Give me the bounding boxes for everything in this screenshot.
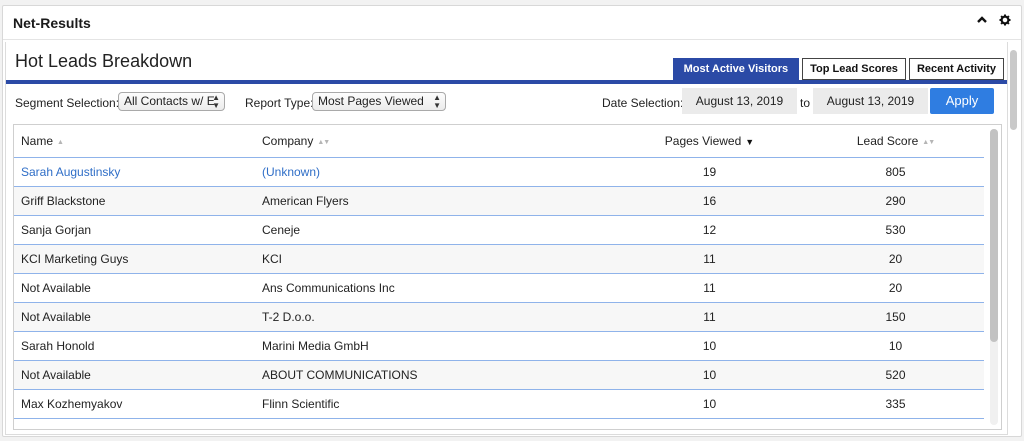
column-header-lead-score[interactable]: Lead Score ▲▼ [807, 125, 984, 158]
report-type-select[interactable]: Most Pages Viewed ▲ ▼ [312, 92, 446, 111]
company-cell: Ans Communications Inc [262, 273, 612, 303]
report-type-select-value: Most Pages Viewed [318, 94, 424, 108]
pages-viewed-cell: 11 [612, 273, 807, 303]
pages-viewed-cell: 12 [612, 215, 807, 245]
company-cell: KCI [262, 244, 612, 274]
lead-score-cell: 290 [807, 186, 984, 216]
lead-score-cell: 10 [807, 331, 984, 361]
segment-select-value: All Contacts w/ E [124, 94, 215, 108]
contact-name-cell: Sanja Gorjan [14, 215, 262, 245]
company-cell: Marini Media GmbH [262, 331, 612, 361]
contact-name-cell: Not Available [14, 302, 262, 332]
company-cell: ABOUT COMMUNICATIONS [262, 360, 612, 390]
sort-descending-icon: ▼ [745, 136, 755, 147]
column-header-company[interactable]: Company ▲▼ [262, 125, 612, 158]
widget-scrollbar-thumb[interactable] [1010, 50, 1017, 130]
company-link[interactable]: (Unknown) [262, 165, 320, 179]
tab-most-active-visitors[interactable]: Most Active Visitors [672, 58, 800, 80]
date-to-label: to [800, 96, 811, 110]
column-header-name-label: Name [21, 133, 54, 148]
segment-select[interactable]: All Contacts w/ E ▲ ▼ [118, 92, 225, 111]
contact-name-cell: Griff Blackstone [14, 186, 262, 216]
table-row[interactable]: Not Available ABOUT COMMUNICATIONS 10 52… [14, 360, 984, 390]
pages-viewed-cell: 10 [612, 360, 807, 390]
column-header-pages-label: Pages Viewed [664, 133, 742, 148]
column-header-company-label: Company [262, 133, 314, 148]
gear-icon[interactable] [999, 14, 1011, 29]
sort-icon: ▲▼ [317, 138, 330, 146]
contact-name-cell: KCI Marketing Guys [14, 244, 262, 274]
date-to-field[interactable]: August 13, 2019 [813, 88, 928, 114]
table-row[interactable]: Not Available Ans Communications Inc 11 … [14, 273, 984, 303]
lead-score-cell: 520 [807, 360, 984, 390]
company-cell: Flinn Scientific [262, 389, 612, 419]
table-row[interactable]: Sarah Augustinsky (Unknown) 19 805 [14, 157, 984, 187]
table-scrollbar[interactable] [990, 129, 998, 425]
company-cell: American Flyers [262, 186, 612, 216]
report-type-label: Report Type: [245, 96, 314, 110]
table-row[interactable]: Sanja Gorjan Ceneje 12 530 [14, 215, 984, 245]
pages-viewed-cell: 10 [612, 389, 807, 419]
chevron-up-icon[interactable] [976, 14, 988, 29]
widget-scrollbar[interactable] [1010, 42, 1018, 434]
net-results-widget: Net-Results Hot Leads Breakdown Most Act… [2, 5, 1022, 437]
date-from-field[interactable]: August 13, 2019 [682, 88, 797, 114]
company-cell: T-2 D.o.o. [262, 302, 612, 332]
column-header-pages-viewed[interactable]: Pages Viewed ▼ [612, 125, 807, 158]
hot-leads-table: Name ▲ Company ▲▼ Pages Viewed ▼ Lead Score… [13, 124, 1002, 430]
contact-name-cell: Sarah Honold [14, 331, 262, 361]
pages-viewed-cell: 16 [612, 186, 807, 216]
lead-score-cell: 20 [807, 273, 984, 303]
hot-leads-panel: Hot Leads Breakdown Most Active Visitors… [5, 42, 1008, 435]
lead-score-cell: 150 [807, 302, 984, 332]
apply-button[interactable]: Apply [930, 88, 994, 114]
pages-viewed-cell: 19 [612, 157, 807, 187]
lead-score-cell: 20 [807, 244, 984, 274]
table-row[interactable]: Max Kozhemyakov Flinn Scientific 10 335 [14, 389, 984, 419]
column-header-name[interactable]: Name ▲ [14, 125, 262, 158]
widget-header: Net-Results [3, 6, 1021, 40]
tab-top-lead-scores[interactable]: Top Lead Scores [802, 58, 906, 80]
pages-viewed-cell: 11 [612, 302, 807, 332]
lead-score-cell: 805 [807, 157, 984, 187]
widget-title: Net-Results [13, 15, 91, 31]
filter-controls: Segment Selection: All Contacts w/ E ▲ ▼ … [6, 84, 1007, 120]
select-arrows-icon: ▲ ▼ [212, 93, 220, 110]
contact-name-cell: Max Kozhemyakov [14, 389, 262, 419]
company-cell: Ceneje [262, 215, 612, 245]
column-header-score-label: Lead Score [856, 133, 919, 148]
lead-score-cell: 530 [807, 215, 984, 245]
sort-icon: ▲▼ [922, 138, 935, 146]
segment-label: Segment Selection: [15, 96, 120, 110]
table-row[interactable]: Griff Blackstone American Flyers 16 290 [14, 186, 984, 216]
table-row[interactable]: Not Available T-2 D.o.o. 11 150 [14, 302, 984, 332]
date-selection-label: Date Selection: [602, 96, 684, 110]
pages-viewed-cell: 11 [612, 244, 807, 274]
table-header-row: Name ▲ Company ▲▼ Pages Viewed ▼ Lead Score… [14, 125, 984, 158]
table-row[interactable]: KCI Marketing Guys KCI 11 20 [14, 244, 984, 274]
contact-name-link[interactable]: Sarah Augustinsky [21, 165, 120, 179]
lead-score-cell: 335 [807, 389, 984, 419]
tab-recent-activity[interactable]: Recent Activity [908, 58, 1004, 80]
pages-viewed-cell: 10 [612, 331, 807, 361]
report-tabs: Most Active Visitors Top Lead Scores Rec… [672, 58, 1004, 80]
table-scrollbar-thumb[interactable] [990, 129, 998, 342]
table-row[interactable]: Sarah Honold Marini Media GmbH 10 10 [14, 331, 984, 361]
contact-name-cell: Not Available [14, 360, 262, 390]
contact-name-cell: Not Available [14, 273, 262, 303]
select-arrows-icon: ▲ ▼ [433, 93, 441, 110]
sort-icon: ▲ [57, 138, 64, 146]
panel-title: Hot Leads Breakdown [15, 51, 193, 71]
